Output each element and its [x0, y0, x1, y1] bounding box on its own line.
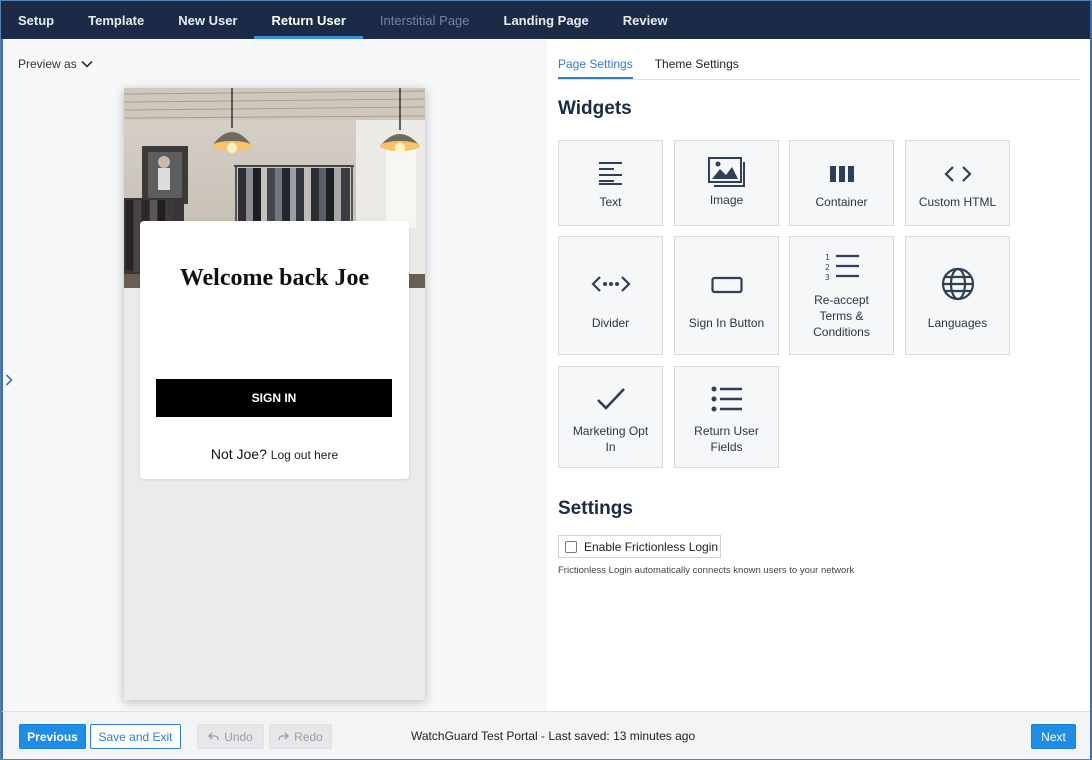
expand-sidebar-icon[interactable] [5, 373, 13, 389]
widget-label: Text [599, 195, 622, 209]
widgets-heading: Widgets [558, 98, 632, 119]
previous-button[interactable]: Previous [19, 724, 86, 749]
frictionless-label: Enable Frictionless Login [584, 539, 719, 554]
widget-return-user-fields[interactable]: Return User Fields [674, 366, 779, 468]
widget-container[interactable]: Container [789, 140, 894, 226]
undo-label: Undo [224, 729, 253, 744]
button-icon [710, 273, 743, 297]
logout-link[interactable]: Log out here [271, 448, 338, 462]
frictionless-login-checkbox[interactable]: Enable Frictionless Login [558, 535, 721, 558]
tab-interstitial-page: Interstitial Page [379, 12, 470, 28]
widget-divider[interactable]: Divider [558, 236, 663, 355]
chevron-down-icon [81, 60, 93, 68]
checkbox-icon[interactable] [565, 540, 577, 553]
widget-label: Sign In Button [688, 316, 765, 330]
redo-button[interactable]: Redo [269, 724, 332, 749]
redo-icon [278, 732, 290, 741]
undo-icon [208, 732, 219, 741]
divider-icon [590, 271, 631, 297]
widget-marketing-opt-in[interactable]: Marketing Opt In [558, 366, 663, 468]
preview-as-dropdown[interactable]: Preview as [18, 57, 93, 71]
settings-heading: Settings [558, 498, 633, 519]
widget-label: Image [709, 193, 744, 207]
widget-reaccept-terms[interactable]: 123 Re-accept Terms & Conditions [789, 236, 894, 355]
welcome-card: Welcome back Joe SIGN IN Not Joe? Log ou… [140, 221, 409, 479]
list-icon [711, 385, 743, 413]
phone-preview: Welcome back Joe SIGN IN Not Joe? Log ou… [124, 88, 425, 700]
svg-text:2: 2 [825, 263, 830, 272]
settings-tabs: Page Settings Theme Settings [558, 57, 1080, 80]
globe-icon [941, 267, 975, 301]
widget-text[interactable]: Text [558, 140, 663, 226]
not-user-text: Not Joe? [210, 446, 267, 462]
widget-label: Re-accept Terms & Conditions [813, 293, 870, 339]
widget-image[interactable]: Image [674, 140, 779, 226]
preview-panel: Preview as Welcome back Joe SIGN IN Not … [1, 39, 547, 711]
widget-sign-in-button[interactable]: Sign In Button [674, 236, 779, 355]
text-align-icon [598, 159, 624, 187]
settings-panel: Page Settings Theme Settings Widgets Tex… [547, 39, 1090, 711]
tab-theme-settings[interactable]: Theme Settings [655, 57, 739, 79]
svg-text:3: 3 [825, 273, 830, 282]
undo-button[interactable]: Undo [197, 724, 264, 749]
tab-landing-page[interactable]: Landing Page [487, 1, 606, 39]
save-status-text: WatchGuard Test Portal - Last saved: 13 … [411, 729, 696, 743]
numbered-list-icon: 123 [824, 252, 860, 282]
tab-template[interactable]: Template [71, 1, 161, 39]
welcome-title: Welcome back Joe [179, 265, 370, 291]
widget-label: Return User Fields [694, 424, 759, 454]
preview-as-label: Preview as [18, 57, 77, 71]
widget-label: Marketing Opt In [572, 424, 649, 454]
image-icon [707, 157, 746, 187]
tab-page-settings[interactable]: Page Settings [558, 57, 633, 79]
widget-label: Container [815, 195, 868, 209]
not-user-line: Not Joe? Log out here [140, 446, 409, 462]
tab-setup[interactable]: Setup [1, 1, 71, 39]
widget-custom-html[interactable]: Custom HTML [905, 140, 1010, 226]
save-and-exit-button[interactable]: Save and Exit [90, 724, 181, 749]
tab-new-user[interactable]: New User [161, 1, 254, 39]
widget-label: Divider [591, 316, 630, 330]
next-button[interactable]: Next [1031, 724, 1076, 749]
code-icon [943, 161, 972, 187]
columns-icon [829, 161, 854, 187]
checkmark-icon [596, 385, 626, 413]
footer-bar: Previous Save and Exit Undo Redo WatchGu… [1, 711, 1090, 759]
widget-label: Languages [927, 316, 988, 330]
svg-text:1: 1 [825, 253, 830, 262]
sign-in-button[interactable]: SIGN IN [156, 379, 392, 417]
top-nav: Setup Template New User Return User Inte… [1, 1, 1090, 39]
widget-label: Custom HTML [918, 195, 997, 209]
widget-languages[interactable]: Languages [905, 236, 1010, 355]
redo-label: Redo [294, 729, 323, 744]
tab-return-user[interactable]: Return User [254, 1, 364, 39]
tab-review[interactable]: Review [606, 1, 685, 39]
frictionless-help-text: Frictionless Login automatically connect… [558, 565, 855, 576]
